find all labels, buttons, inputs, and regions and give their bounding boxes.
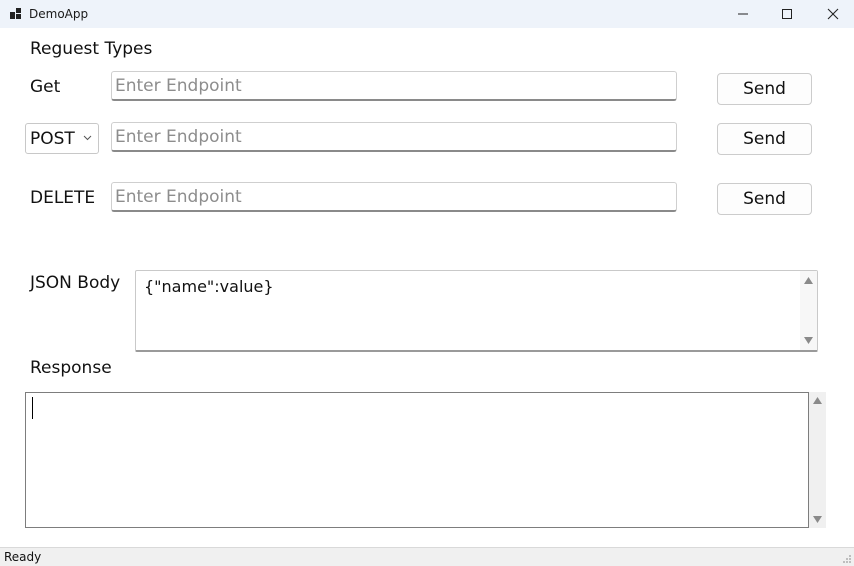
scroll-down-arrow-icon[interactable] xyxy=(813,516,822,523)
response-scrollbar[interactable] xyxy=(809,392,826,528)
close-icon xyxy=(827,8,839,20)
delete-send-label: Send xyxy=(743,189,786,209)
scroll-down-arrow-icon[interactable] xyxy=(804,337,813,344)
maximize-icon xyxy=(782,9,792,19)
json-body-scrollbar[interactable] xyxy=(800,271,817,350)
scroll-up-arrow-icon[interactable] xyxy=(804,277,813,284)
get-send-button[interactable]: Send xyxy=(717,73,812,105)
post-endpoint-input[interactable] xyxy=(112,123,676,150)
delete-send-button[interactable]: Send xyxy=(717,183,812,215)
resize-grip-icon[interactable] xyxy=(842,554,852,564)
post-send-button[interactable]: Send xyxy=(717,123,812,155)
json-body-label: JSON Body xyxy=(30,273,121,293)
json-body-value: {"name":value} xyxy=(144,277,274,296)
get-send-label: Send xyxy=(743,79,786,99)
post-endpoint-field[interactable] xyxy=(111,122,677,152)
delete-endpoint-field[interactable] xyxy=(111,182,677,212)
json-body-textarea[interactable]: {"name":value} xyxy=(135,270,818,352)
minimize-icon xyxy=(738,13,748,15)
text-caret xyxy=(32,397,33,419)
post-send-label: Send xyxy=(743,129,786,149)
method-dropdown[interactable]: POST xyxy=(25,123,99,154)
request-types-heading: Reguest Types xyxy=(30,39,153,59)
app-icon xyxy=(10,8,21,19)
window-title: DemoApp xyxy=(29,7,89,21)
status-text: Ready xyxy=(4,550,42,564)
response-label: Response xyxy=(30,358,112,378)
delete-endpoint-input[interactable] xyxy=(112,183,676,210)
method-dropdown-value: POST xyxy=(30,128,75,149)
response-textarea[interactable] xyxy=(25,392,809,528)
delete-method-label: DELETE xyxy=(30,188,96,208)
get-method-label: Get xyxy=(30,77,61,97)
get-endpoint-input[interactable] xyxy=(112,72,676,99)
status-bar: Ready xyxy=(0,547,854,566)
scroll-up-arrow-icon[interactable] xyxy=(813,397,822,404)
maximize-button[interactable] xyxy=(764,0,810,28)
title-bar[interactable]: DemoApp xyxy=(0,0,854,28)
chevron-down-icon xyxy=(83,135,92,141)
close-button[interactable] xyxy=(810,0,854,28)
minimize-button[interactable] xyxy=(720,0,766,28)
get-endpoint-field[interactable] xyxy=(111,71,677,101)
